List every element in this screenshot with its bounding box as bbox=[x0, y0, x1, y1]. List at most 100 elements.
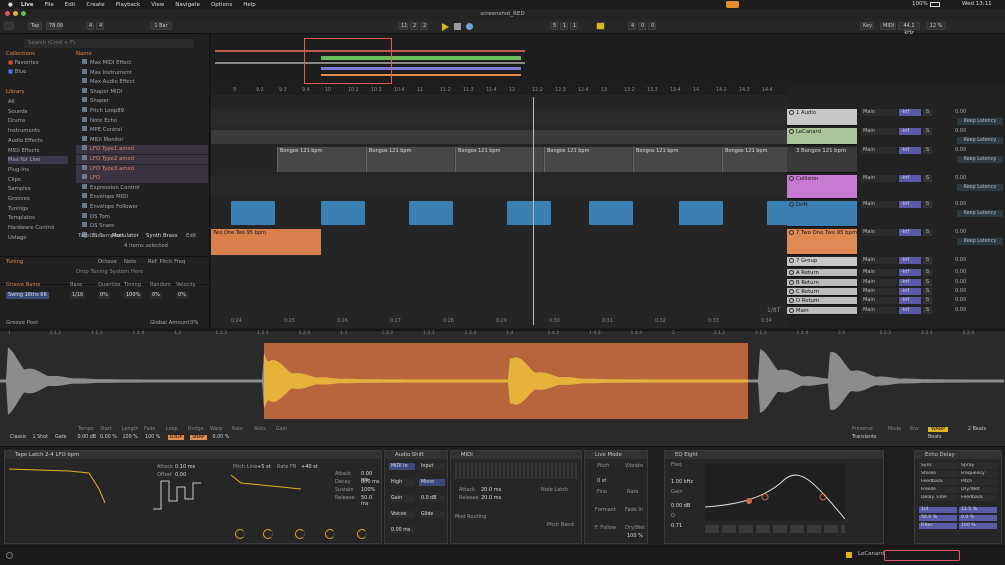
track-output-menu[interactable]: Main bbox=[861, 147, 897, 154]
loop-length-six[interactable]: 0 bbox=[648, 22, 656, 30]
track-db[interactable]: 0.00 bbox=[955, 257, 977, 264]
track-header[interactable]: Drift bbox=[787, 201, 857, 227]
track-output-menu[interactable]: Main bbox=[861, 288, 897, 295]
beat-ruler[interactable]: 9 9.2 9.3 9.4 10 10.2 10.3 10.4 11 11.2 11.3 11.4 12… bbox=[211, 87, 787, 95]
loop-start-six[interactable]: 1 bbox=[570, 22, 578, 30]
tag-modulator[interactable]: Modulator bbox=[112, 232, 139, 240]
library-item[interactable]: MIDI Effects bbox=[8, 147, 68, 155]
delay-param[interactable]: Feedback bbox=[959, 495, 997, 501]
track-header[interactable]: A Return bbox=[787, 269, 857, 277]
menu-help[interactable]: Help bbox=[243, 2, 256, 8]
groove-cell[interactable]: Swing 16ths 66 bbox=[6, 292, 49, 299]
zoom-window-icon[interactable] bbox=[21, 11, 26, 16]
library-item[interactable]: Max for Live bbox=[8, 156, 68, 165]
shift-param[interactable]: 0.00 ms bbox=[389, 527, 415, 534]
tag-synth[interactable]: Synth Brass bbox=[146, 232, 178, 240]
loop-start-bar[interactable]: 5 bbox=[550, 22, 558, 30]
tag-bulk[interactable]: Bulk bbox=[92, 232, 104, 240]
delay-param[interactable]: Freeze bbox=[919, 487, 957, 493]
rate-fb-value[interactable]: +40 st bbox=[301, 464, 318, 470]
groove-cell[interactable]: 100% bbox=[124, 292, 143, 299]
status-info-icon[interactable] bbox=[6, 552, 13, 559]
midi-map-button[interactable]: MIDI bbox=[880, 22, 896, 30]
env-value[interactable]: 100% bbox=[361, 487, 375, 493]
track-output-menu[interactable]: Main bbox=[861, 269, 897, 276]
solo-button[interactable]: S bbox=[923, 175, 932, 182]
library-item[interactable]: Templates bbox=[8, 214, 68, 222]
track-volume[interactable]: -inf bbox=[899, 229, 921, 236]
file-item[interactable]: Max Instrument bbox=[76, 68, 208, 78]
shift-param[interactable]: Input bbox=[419, 463, 445, 470]
library-item[interactable]: Clips bbox=[8, 176, 68, 184]
file-item[interactable]: MPE Control bbox=[76, 126, 208, 135]
delay-value[interactable]: 0.0 % bbox=[959, 515, 997, 521]
solo-button[interactable]: S bbox=[923, 297, 932, 304]
pitch-v[interactable]: 0 st bbox=[597, 478, 606, 484]
quantize-menu[interactable]: 1 Bar bbox=[150, 22, 172, 30]
lfo-knob-3[interactable] bbox=[295, 529, 305, 539]
clip-control-value[interactable]: Classic bbox=[10, 435, 27, 440]
env-value[interactable]: 600 ms bbox=[361, 479, 380, 485]
track-activator-icon[interactable] bbox=[789, 110, 794, 115]
arrangement-overview[interactable] bbox=[211, 34, 1005, 87]
track-db[interactable]: 0.00 bbox=[955, 288, 977, 295]
clip-control-value[interactable]: 0.00 % bbox=[100, 435, 117, 440]
file-item[interactable]: Shaper MIDI bbox=[76, 87, 208, 97]
track-header[interactable]: D Return bbox=[787, 297, 857, 305]
eq-gain-value[interactable]: 0.00 dB bbox=[671, 503, 690, 509]
groove-cell[interactable]: 0% bbox=[150, 292, 162, 299]
track-header[interactable]: Collision bbox=[787, 175, 857, 199]
track-volume[interactable]: -inf bbox=[899, 128, 921, 135]
loop-toggle-icon[interactable] bbox=[596, 22, 605, 30]
drift-clip[interactable] bbox=[767, 201, 787, 225]
track-activator-icon[interactable] bbox=[789, 270, 794, 275]
shift-param[interactable]: Glide bbox=[419, 511, 445, 518]
track-db[interactable]: 0.00 bbox=[955, 147, 977, 154]
drift-clip[interactable] bbox=[679, 201, 723, 225]
track-db[interactable]: 0.00 bbox=[955, 297, 977, 304]
clip-view[interactable]: 1 1.1.2 1.1.3 1.1.4 1.2 1.2.2 1.2.3 1.2.4 1.3 1.3… bbox=[0, 330, 1005, 446]
drift-clip[interactable] bbox=[321, 201, 365, 225]
file-item[interactable]: Envelope MIDI bbox=[76, 193, 208, 202]
position-beat[interactable]: 2 bbox=[410, 22, 418, 30]
solo-button[interactable]: S bbox=[923, 109, 932, 116]
keep-latency-button[interactable]: Keep Latency bbox=[957, 238, 1003, 245]
key-map-button[interactable]: Key bbox=[860, 22, 874, 30]
delay-param[interactable]: Delay Time bbox=[919, 495, 957, 501]
shift-param[interactable]: MIDI In bbox=[389, 463, 415, 470]
track-volume[interactable]: -inf bbox=[899, 257, 921, 264]
transients-menu[interactable]: Transients bbox=[852, 435, 876, 440]
lfo-knob-4[interactable] bbox=[325, 529, 335, 539]
solo-button[interactable]: S bbox=[923, 257, 932, 264]
global-amount-value[interactable]: 0% bbox=[190, 319, 198, 327]
track-output-menu[interactable]: Main bbox=[861, 257, 897, 264]
view-toggle-icon[interactable] bbox=[4, 22, 14, 30]
stop-icon[interactable] bbox=[454, 23, 461, 30]
track-activator-icon[interactable] bbox=[789, 176, 794, 181]
solo-button[interactable]: S bbox=[923, 307, 932, 314]
bongo-clip[interactable]: Bongos 121 bpm bbox=[455, 147, 543, 172]
file-item[interactable]: DS Snare bbox=[76, 222, 208, 231]
track-header[interactable]: B Return bbox=[787, 279, 857, 287]
track-db[interactable]: 0.00 bbox=[955, 128, 977, 135]
solo-button[interactable]: S bbox=[923, 288, 932, 295]
lfo-knob-2[interactable] bbox=[263, 529, 273, 539]
bongo-clip[interactable]: Bongos 121 bpm bbox=[544, 147, 632, 172]
track-db[interactable]: 0.00 bbox=[955, 109, 977, 116]
track-activator-icon[interactable] bbox=[789, 202, 794, 207]
library-item[interactable]: Instruments bbox=[8, 127, 68, 135]
apple-icon[interactable]: ● bbox=[8, 2, 13, 8]
play-icon[interactable] bbox=[442, 23, 449, 31]
eq-freq-value[interactable]: 1.00 kHz bbox=[671, 479, 693, 485]
library-item[interactable]: Samples bbox=[8, 185, 68, 193]
track-db[interactable]: 0.00 bbox=[955, 229, 977, 236]
position-sixteenth[interactable]: 2 bbox=[420, 22, 428, 30]
track-header[interactable]: 1 Audio bbox=[787, 109, 857, 126]
beats-value[interactable]: 2 Beats bbox=[968, 427, 986, 432]
menu-view[interactable]: View bbox=[151, 2, 164, 8]
keep-latency-button[interactable]: Keep Latency bbox=[957, 137, 1003, 144]
track-activator-icon[interactable] bbox=[789, 308, 794, 313]
track-output-menu[interactable]: Main bbox=[861, 201, 897, 208]
eq-band-buttons[interactable] bbox=[705, 525, 845, 533]
collection-blue[interactable]: ■ Blue bbox=[8, 68, 26, 76]
